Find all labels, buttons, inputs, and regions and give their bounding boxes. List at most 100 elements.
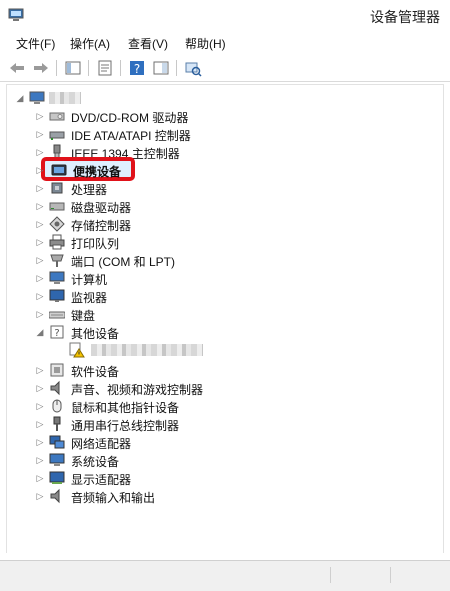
tree-item-sound[interactable]: ▷ 声音、视频和游戏控制器 [7, 379, 443, 397]
toolbar-separator [120, 60, 121, 76]
expand-arrow-icon[interactable]: ▷ [35, 291, 45, 301]
tree-item-mice[interactable]: ▷ 鼠标和其他指针设备 [7, 397, 443, 415]
expand-arrow-icon[interactable]: ▷ [35, 237, 45, 247]
mouse-icon [52, 399, 62, 413]
tree-item-label: 音频输入和输出 [71, 491, 156, 505]
tree-item-audio-io[interactable]: ▷ 音频输入和输出 [7, 487, 443, 505]
tree-item-other-devices[interactable]: ◢ ? 其他设备 [7, 323, 443, 341]
expand-arrow-icon[interactable]: ▷ [35, 219, 45, 229]
tree-item-system-devices[interactable]: ▷ 系统设备 [7, 451, 443, 469]
device-tree: ◢ ▷ DVD/CD-ROM 驱动器 ▷ IDE ATA/ATAPI 控制器 ▷… [6, 84, 444, 553]
tree-item-software-devices[interactable]: ▷ 软件设备 [7, 361, 443, 379]
svg-text:?: ? [134, 62, 140, 76]
expand-arrow-icon[interactable]: ▷ [35, 273, 45, 283]
svg-text:?: ? [54, 328, 59, 339]
other-devices-icon: ? [50, 325, 64, 339]
properties-icon[interactable] [96, 59, 114, 77]
forward-arrow-icon[interactable] [32, 59, 50, 77]
tree-item-label: DVD/CD-ROM 驱动器 [71, 111, 189, 125]
ide-controller-icon [49, 131, 65, 140]
collapse-arrow-icon[interactable]: ◢ [35, 327, 45, 337]
tree-item-label: 声音、视频和游戏控制器 [71, 383, 204, 397]
status-divider [330, 567, 331, 583]
expand-arrow-icon[interactable]: ▷ [35, 401, 45, 411]
expand-arrow-icon[interactable]: ▷ [35, 255, 45, 265]
expand-arrow-icon[interactable]: ▷ [35, 309, 45, 319]
usb-icon [53, 416, 61, 431]
expand-arrow-icon[interactable]: ▷ [35, 183, 45, 193]
expand-arrow-icon[interactable]: ▷ [35, 111, 45, 121]
tree-item-print-queues[interactable]: ▷ 打印队列 [7, 233, 443, 251]
menu-bar: 文件(F) 操作(A) 查看(V) 帮助(H) [0, 32, 450, 54]
tree-item-processor[interactable]: ▷ 处理器 [7, 179, 443, 197]
network-adapter-icon [49, 435, 65, 449]
title-bar: 设备管理器 [0, 0, 450, 30]
redacted-computer-name [49, 92, 81, 104]
tree-item-ide[interactable]: ▷ IDE ATA/ATAPI 控制器 [7, 125, 443, 143]
tree-item-keyboards[interactable]: ▷ 键盘 [7, 305, 443, 323]
portable-device-icon [51, 164, 67, 176]
expand-arrow-icon[interactable]: ▷ [35, 365, 45, 375]
tree-item-label: 其他设备 [71, 327, 120, 341]
tree-item-label: 处理器 [71, 183, 108, 197]
expand-arrow-icon[interactable]: ▷ [35, 201, 45, 211]
expand-arrow-icon[interactable]: ▷ [35, 455, 45, 465]
tree-item-label: 鼠标和其他指针设备 [71, 401, 180, 415]
tree-item-label: 软件设备 [71, 365, 120, 379]
tree-item-label: 监视器 [71, 291, 108, 305]
unknown-device-warning-icon [69, 342, 85, 358]
tree-item-label: 便携设备 [73, 165, 122, 179]
tree-item-label: 键盘 [71, 309, 96, 323]
action-pane-icon[interactable] [152, 59, 170, 77]
expand-arrow-icon[interactable]: ▷ [35, 419, 45, 429]
printer-icon [49, 234, 65, 250]
dvd-drive-icon [49, 112, 65, 121]
redacted-device-name [91, 344, 203, 356]
window-title: 设备管理器 [370, 9, 440, 25]
tree-item-dvd[interactable]: ▷ DVD/CD-ROM 驱动器 [7, 107, 443, 125]
audio-io-icon [50, 488, 60, 504]
toolbar-separator [176, 60, 177, 76]
expand-arrow-icon[interactable]: ▷ [35, 437, 45, 447]
tree-item-monitors[interactable]: ▷ 监视器 [7, 287, 443, 305]
menu-file[interactable]: 文件(F) [16, 35, 55, 52]
expand-arrow-icon[interactable]: ▷ [35, 473, 45, 483]
menu-help[interactable]: 帮助(H) [185, 35, 226, 52]
system-device-icon [49, 453, 65, 466]
expand-arrow-icon[interactable]: ▷ [35, 147, 45, 157]
collapse-arrow-icon[interactable]: ◢ [15, 93, 25, 103]
back-arrow-icon[interactable] [8, 59, 26, 77]
expand-arrow-icon[interactable]: ▷ [35, 491, 45, 501]
expand-arrow-icon[interactable]: ▷ [35, 129, 45, 139]
monitor-icon [49, 289, 65, 302]
expand-arrow-icon[interactable]: ▷ [35, 383, 45, 393]
menu-action[interactable]: 操作(A) [70, 35, 110, 52]
disk-drive-icon [49, 202, 65, 211]
computer-icon [49, 271, 65, 284]
tree-item-storage-controllers[interactable]: ▷ 存储控制器 [7, 215, 443, 233]
tree-item-unknown-device[interactable] [7, 341, 443, 359]
tree-item-computer[interactable]: ▷ 计算机 [7, 269, 443, 287]
scan-hardware-icon[interactable] [184, 59, 202, 77]
tree-item-portable-devices[interactable]: ▷ 便携设备 [7, 161, 443, 179]
tree-item-disk-drives[interactable]: ▷ 磁盘驱动器 [7, 197, 443, 215]
tree-item-label: 存储控制器 [71, 219, 132, 233]
tree-item-ports[interactable]: ▷ 端口 (COM 和 LPT) [7, 251, 443, 269]
menu-view[interactable]: 查看(V) [128, 35, 168, 52]
storage-controller-icon [49, 216, 65, 232]
tree-item-display-adapters[interactable]: ▷ 显示适配器 [7, 469, 443, 487]
help-icon[interactable]: ? [128, 59, 146, 77]
tree-root[interactable]: ◢ [7, 89, 443, 107]
tree-item-label: 计算机 [71, 273, 108, 287]
tree-item-label: 显示适配器 [71, 473, 132, 487]
tree-item-usb[interactable]: ▷ 通用串行总线控制器 [7, 415, 443, 433]
sound-icon [50, 380, 60, 396]
show-hide-tree-icon[interactable] [64, 59, 82, 77]
tree-item-label: 打印队列 [71, 237, 120, 251]
tree-item-network-adapters[interactable]: ▷ 网络适配器 [7, 433, 443, 451]
tree-item-label: 网络适配器 [71, 437, 132, 451]
toolbar-separator [56, 60, 57, 76]
expand-arrow-icon[interactable]: ▷ [35, 165, 45, 175]
computer-icon [29, 91, 45, 104]
tree-item-label: 系统设备 [71, 455, 120, 469]
